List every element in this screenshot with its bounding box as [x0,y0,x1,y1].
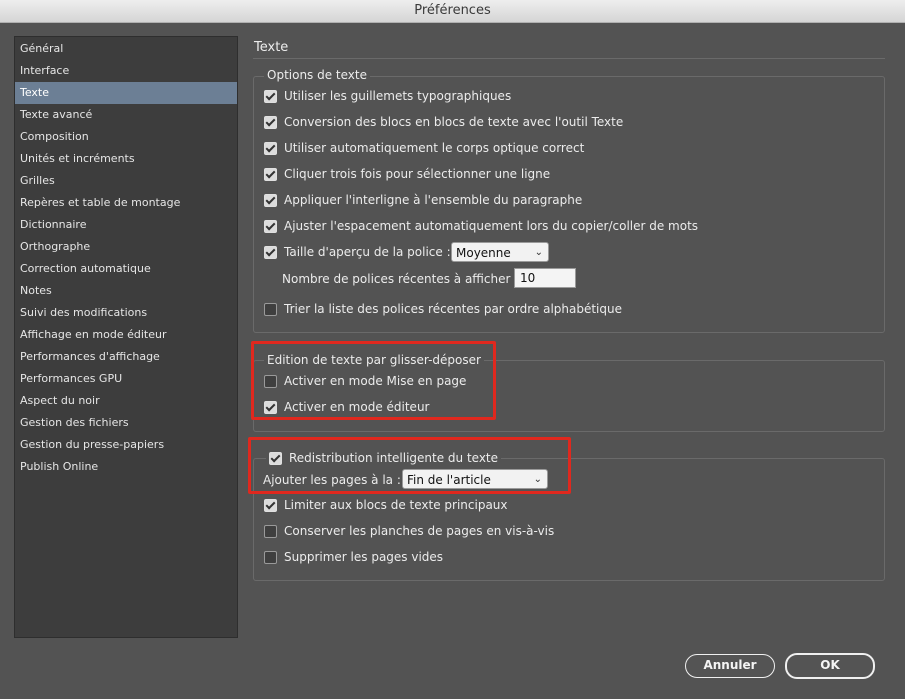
option-sort-recent-fonts[interactable]: Trier la liste des polices récentes par … [264,300,622,318]
option-triple-click[interactable]: Cliquer trois fois pour sélectionner une… [264,165,550,183]
sidebar-item-interface[interactable]: Interface [15,60,237,82]
sidebar-item-general[interactable]: Général [15,38,237,60]
window-title-bar: Préférences [0,0,905,23]
sidebar-item-texte[interactable]: Texte [15,82,237,104]
option-delete-empty[interactable]: Supprimer les pages vides [264,548,443,566]
option-label: Utiliser les guillemets typographiques [284,89,512,103]
sidebar-item-composition[interactable]: Composition [15,126,237,148]
sidebar-item-performances-gpu[interactable]: Performances GPU [15,368,237,390]
option-label: Limiter aux blocs de texte principaux [284,498,508,512]
sidebar-item-unites[interactable]: Unités et incréments [15,148,237,170]
recent-fonts-label: Nombre de polices récentes à afficher : [282,272,519,286]
option-label: Supprimer les pages vides [284,550,444,564]
option-label: Trier la liste des polices récentes par … [284,302,622,316]
sidebar-item-aspect-noir[interactable]: Aspect du noir [15,390,237,412]
font-preview-size-select[interactable]: Moyenne ⌄ [451,242,549,262]
option-leading-paragraph[interactable]: Appliquer l'interligne à l'ensemble du p… [264,191,582,209]
option-label: Taille d'aperçu de la police : [284,245,451,259]
red-highlight-box [248,437,571,494]
page-title: Texte [254,40,289,55]
sidebar-item-presse-papiers[interactable]: Gestion du presse-papiers [15,434,237,456]
sidebar-item-texte-avance[interactable]: Texte avancé [15,104,237,126]
option-label: Conversion des blocs en blocs de texte a… [284,115,624,129]
option-preserve-spreads[interactable]: Conserver les planches de pages en vis-à… [264,522,554,540]
red-highlight-box [251,341,496,420]
option-label: Ajuster l'espacement automatiquement lor… [284,219,699,233]
chevron-down-icon: ⌄ [534,247,543,258]
sidebar-item-notes[interactable]: Notes [15,280,237,302]
checkbox[interactable] [264,219,277,233]
sidebar-item-correction[interactable]: Correction automatique [15,258,237,280]
sidebar-item-performances-affichage[interactable]: Performances d'affichage [15,346,237,368]
recent-fonts-input[interactable]: 10 [514,268,576,288]
option-label: Appliquer l'interligne à l'ensemble du p… [284,193,583,207]
option-font-preview-size[interactable]: Taille d'aperçu de la police : [264,243,451,261]
checkbox[interactable] [264,498,277,512]
checkbox[interactable] [264,89,277,103]
checkbox[interactable] [264,193,277,207]
option-typographic-quotes[interactable]: Utiliser les guillemets typographiques [264,87,511,105]
sidebar-item-orthographe[interactable]: Orthographe [15,236,237,258]
select-value: Moyenne [456,246,511,260]
preferences-sidebar: Général Interface Texte Texte avancé Com… [14,36,238,638]
text-options-legend: Options de texte [264,67,370,83]
ok-button[interactable]: OK [785,653,875,679]
sidebar-item-affichage-editeur[interactable]: Affichage en mode éditeur [15,324,237,346]
option-label: Utiliser automatiquement le corps optiqu… [284,141,585,155]
option-label: Cliquer trois fois pour sélectionner une… [284,167,551,181]
sidebar-item-grilles[interactable]: Grilles [15,170,237,192]
checkbox[interactable] [264,115,277,129]
sidebar-item-gestion-fichiers[interactable]: Gestion des fichiers [15,412,237,434]
sidebar-item-publish-online[interactable]: Publish Online [15,456,237,478]
sidebar-item-suivi[interactable]: Suivi des modifications [15,302,237,324]
option-limit-primary[interactable]: Limiter aux blocs de texte principaux [264,496,508,514]
checkbox[interactable] [264,524,277,538]
sidebar-item-dictionnaire[interactable]: Dictionnaire [15,214,237,236]
checkbox[interactable] [264,245,277,259]
recent-fonts-row: Nombre de polices récentes à afficher : [282,270,518,288]
option-convert-frames[interactable]: Conversion des blocs en blocs de texte a… [264,113,623,131]
cancel-button[interactable]: Annuler [685,654,775,678]
sidebar-item-reperes[interactable]: Repères et table de montage [15,192,237,214]
title-divider [253,58,885,59]
option-optical-size[interactable]: Utiliser automatiquement le corps optiqu… [264,139,584,157]
option-adjust-spacing[interactable]: Ajuster l'espacement automatiquement lor… [264,217,698,235]
checkbox[interactable] [264,141,277,155]
option-label: Conserver les planches de pages en vis-à… [284,524,555,538]
checkbox[interactable] [264,167,277,181]
window-title: Préférences [414,3,491,18]
checkbox[interactable] [264,302,277,316]
checkbox[interactable] [264,550,277,564]
